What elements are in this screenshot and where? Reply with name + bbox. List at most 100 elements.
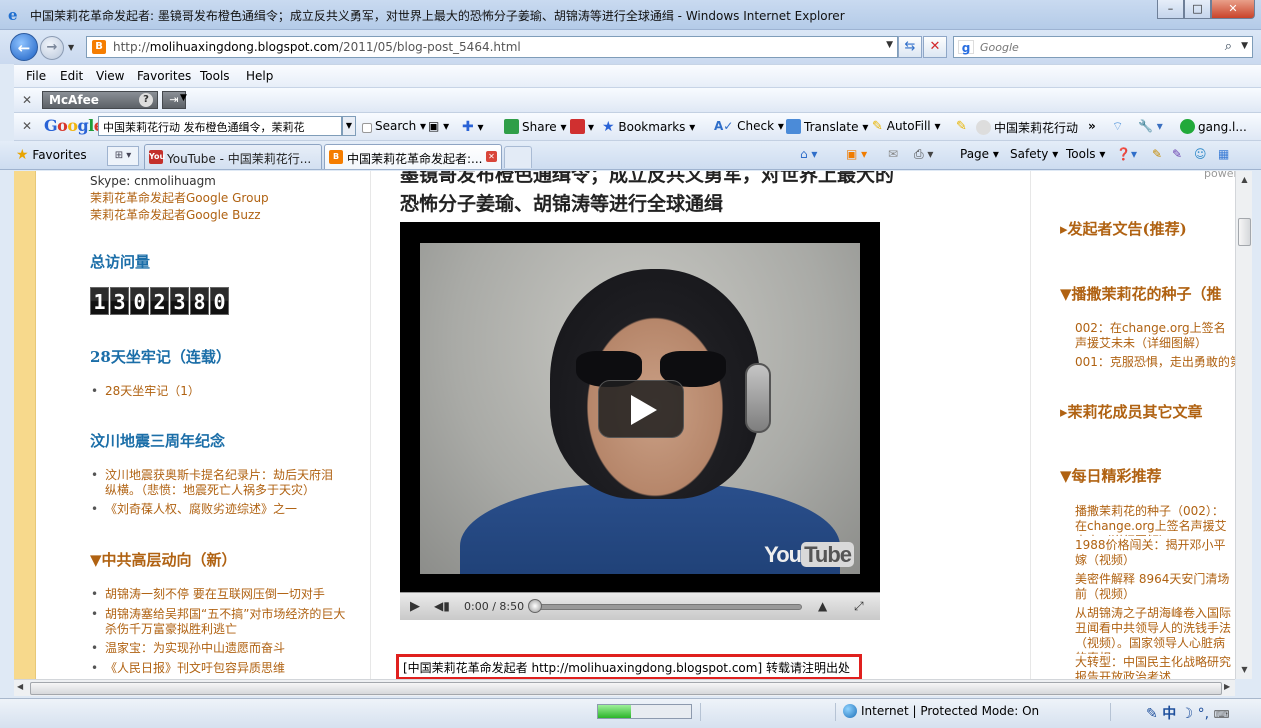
google-buzz-link[interactable]: 茉莉花革命发起者Google Buzz: [90, 207, 390, 224]
minimize-button[interactable]: –: [1157, 0, 1184, 19]
mcafee-dropdown-icon[interactable]: ▼: [180, 93, 187, 103]
google-toolbar-search-input[interactable]: 中国茉莉花行动 发布橙色通缉令，茉莉花: [98, 116, 342, 136]
ime-chinese-icon[interactable]: 中: [1162, 706, 1176, 722]
menu-favorites[interactable]: Favorites: [137, 69, 191, 83]
popup-blocker-icon[interactable]: ▣ ▾: [428, 119, 449, 133]
translate-button[interactable]: Translate ▾: [786, 119, 868, 134]
help-icon[interactable]: ?: [139, 93, 153, 107]
blog-this-icon[interactable]: ✎: [1172, 147, 1182, 161]
list-item[interactable]: 汶川地震获奥斯卡提名纪录片：劫后天府泪纵横。（悲愤：地震死亡人祸多于天灾）: [91, 468, 343, 498]
tab-youtube[interactable]: You YouTube - 中国茉莉花行...: [144, 144, 322, 169]
mcafee-button[interactable]: McAfee?: [42, 91, 158, 109]
google-group-link[interactable]: 茉莉花革命发起者Google Group: [90, 190, 390, 207]
forward-button[interactable]: →: [40, 36, 64, 60]
custom-button-molihua[interactable]: 中国茉莉花行动: [976, 119, 1078, 136]
address-dropdown-icon[interactable]: ▼: [886, 40, 893, 50]
search-input[interactable]: Google: [980, 41, 1019, 54]
add-button-icon[interactable]: ✚ ▾: [462, 119, 484, 135]
sidebar-heading-seeds[interactable]: ▼播撒茉莉花的种子（推: [1060, 283, 1222, 304]
video-frame[interactable]: You Tube: [420, 243, 860, 574]
scroll-down-icon[interactable]: ▼: [1238, 663, 1251, 676]
wifi-icon[interactable]: ⌔: [1112, 119, 1123, 134]
fullsize-toggle-icon[interactable]: ▲: [818, 599, 827, 613]
wrench-icon[interactable]: 🔧 ▾: [1138, 119, 1163, 133]
recent-pages-dropdown-icon[interactable]: ▼: [68, 43, 74, 52]
autofill-button[interactable]: ✎ AutoFill ▾: [872, 119, 940, 134]
list-item[interactable]: 002：在change.org上签名声援艾未未（详细图解）: [1075, 321, 1235, 351]
bookmarks-button[interactable]: ★ Bookmarks ▾: [602, 119, 695, 135]
play-button-icon[interactable]: ▶: [410, 599, 420, 614]
search-box[interactable]: g Google ⌕ ▼: [953, 36, 1253, 58]
list-item[interactable]: 《刘奇葆人权、腐败劣迹综述》之一: [91, 502, 343, 517]
print-icon[interactable]: ⎙ ▾: [914, 147, 933, 162]
menu-tools[interactable]: Tools: [200, 69, 230, 83]
fullscreen-icon[interactable]: ⤢: [854, 599, 864, 614]
list-item[interactable]: 胡锦涛塞给吴邦国“五不搞”对市场经济的巨大杀伤千万富豪拟胜利逃亡: [91, 607, 355, 637]
scroll-right-icon[interactable]: ▶: [1224, 682, 1230, 691]
vertical-scroll-thumb[interactable]: [1238, 218, 1251, 246]
page-menu[interactable]: Page ▾: [960, 147, 999, 161]
ime-keyboard-icon[interactable]: ⌨: [1214, 708, 1230, 721]
video-scrub-handle[interactable]: [528, 599, 542, 613]
quick-tabs-icon[interactable]: ⊞ ▾: [107, 146, 139, 166]
scroll-left-icon[interactable]: ◀: [17, 682, 23, 691]
ime-icon[interactable]: ✎: [1146, 706, 1158, 722]
tools-menu[interactable]: Tools ▾: [1066, 147, 1105, 161]
research-icon[interactable]: ✎: [1152, 147, 1162, 161]
list-item[interactable]: 播撒茉莉花的种子（002）：在change.org上签名声援艾未未（详细图解）: [1075, 504, 1235, 536]
more-chevron-icon[interactable]: »: [1088, 119, 1096, 133]
list-item[interactable]: 从胡锦涛之子胡海峰卷入国际丑闻看中共领导人的洗钱手法（视频）。国家领导人心脏病的…: [1075, 606, 1235, 654]
ime-punctuation-icon[interactable]: °,: [1198, 706, 1209, 722]
home-icon[interactable]: ⌂ ▾: [800, 147, 817, 161]
close-toolbar-icon[interactable]: ✕: [22, 93, 32, 107]
menu-help[interactable]: Help: [246, 69, 273, 83]
help-icon[interactable]: ❓▾: [1116, 147, 1137, 161]
feeds-icon[interactable]: ▣ ▾: [846, 147, 867, 161]
menu-view[interactable]: View: [96, 69, 124, 83]
close-button[interactable]: ✕: [1211, 0, 1255, 19]
menu-file[interactable]: File: [26, 69, 46, 83]
highlighter-icon[interactable]: ✎: [956, 119, 967, 134]
address-bar[interactable]: B http://molihuaxingdong.blogspot.com/20…: [86, 36, 898, 58]
safety-menu[interactable]: Safety ▾: [1010, 147, 1058, 161]
search-icon[interactable]: ⌕: [1225, 39, 1232, 54]
security-zone[interactable]: Internet | Protected Mode: On: [843, 704, 1039, 718]
back-button[interactable]: ←: [10, 33, 38, 61]
volume-icon[interactable]: ◀▮: [434, 599, 450, 613]
tab-blog[interactable]: B 中国茉莉花革命发起者:... ✕: [324, 144, 502, 169]
menu-edit[interactable]: Edit: [60, 69, 83, 83]
list-item[interactable]: 温家宝：为实现孙中山遗愿而奋斗: [91, 641, 355, 656]
search-options-dropdown-icon[interactable]: ▼: [1241, 41, 1248, 51]
close-toolbar-icon[interactable]: ✕: [22, 119, 32, 133]
list-item[interactable]: 大转型：中国民主化战略研究报告开放政治考述: [1075, 655, 1235, 679]
vertical-scrollbar[interactable]: ▲ ▼: [1235, 171, 1252, 679]
sidebar-heading-member-articles[interactable]: ▸茉莉花成员其它文章: [1060, 401, 1203, 422]
list-item[interactable]: 28天坐牢记（1）: [91, 384, 355, 399]
close-tab-icon[interactable]: ✕: [486, 151, 497, 162]
list-item[interactable]: 《人民日报》刊文吁包容异质思维: [91, 661, 355, 676]
check-button[interactable]: A✓ Check ▾: [714, 119, 784, 133]
search-button[interactable]: Search ▾: [362, 119, 426, 133]
video-progress-bar[interactable]: [532, 604, 802, 610]
horizontal-scroll-thumb[interactable]: [30, 682, 1222, 695]
mail-icon[interactable]: ✉: [888, 147, 898, 161]
list-item[interactable]: 胡锦涛一刻不停 要在互联网压倒一切对手: [91, 587, 355, 602]
video-player[interactable]: You Tube ▶ ◀▮ 0:00 / 8:50 ▲ ⤢: [400, 222, 880, 620]
stop-button[interactable]: ✕: [923, 36, 947, 58]
share-button[interactable]: Share ▾: [504, 119, 566, 134]
horizontal-scrollbar[interactable]: ◀ ▶: [14, 679, 1235, 696]
messenger-icon[interactable]: ☺: [1194, 147, 1207, 161]
list-item[interactable]: 美密件解释 8964天安门清场前（视频）: [1075, 572, 1235, 604]
play-icon[interactable]: [598, 380, 684, 438]
list-item[interactable]: 001：克服恐惧，走出勇敢的第: [1075, 355, 1235, 370]
scroll-up-icon[interactable]: ▲: [1238, 173, 1251, 186]
ime-moon-icon[interactable]: ☽: [1181, 706, 1194, 722]
new-tab-button[interactable]: [504, 146, 532, 168]
onenote-icon[interactable]: ▦: [1218, 147, 1229, 161]
address-url[interactable]: http://molihuaxingdong.blogspot.com/2011…: [113, 40, 521, 54]
sidebar-heading-announcements[interactable]: ▸发起者文告(推荐): [1060, 218, 1187, 239]
list-item[interactable]: 1988价格闯关：揭开邓小平嫁（视频）: [1075, 538, 1235, 570]
maximize-button[interactable]: □: [1184, 0, 1211, 19]
favorites-button[interactable]: ★ Favorites: [16, 147, 87, 163]
refresh-button[interactable]: ⇆: [898, 36, 922, 58]
